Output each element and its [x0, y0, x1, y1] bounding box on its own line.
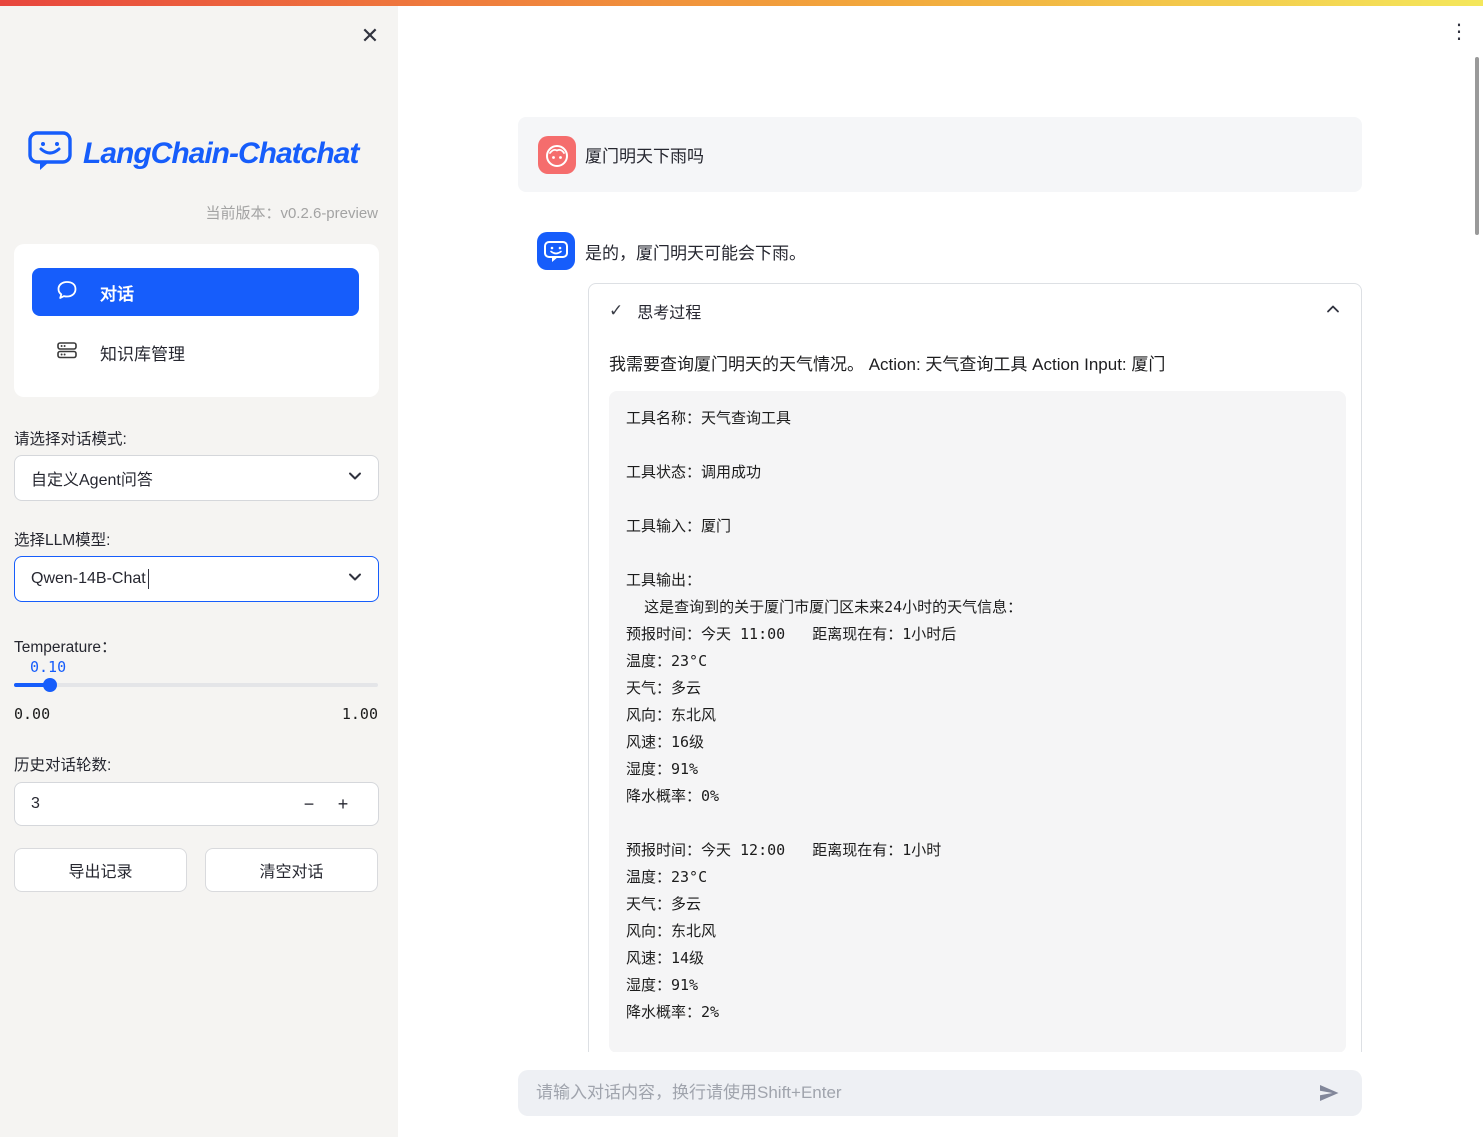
dialog-mode-select[interactable]: 自定义Agent问答 — [14, 455, 379, 501]
export-records-button[interactable]: 导出记录 — [14, 848, 187, 892]
send-button[interactable] — [1314, 1078, 1344, 1108]
history-rounds-value: 3 — [31, 795, 292, 813]
slider-min: 0.00 — [14, 705, 50, 723]
sidebar-item-label: 知识库管理 — [100, 340, 185, 365]
user-avatar — [538, 136, 576, 174]
clear-dialogue-button[interactable]: 清空对话 — [205, 848, 378, 892]
version-text: 当前版本：v0.2.6-preview — [0, 202, 378, 223]
logo-chat-bubble-icon — [27, 130, 73, 177]
expander-header[interactable]: ✓ 思考过程 — [589, 284, 1361, 338]
chat-input-footer — [398, 1052, 1483, 1137]
assistant-message-row: 是的，厦门明天可能会下雨。 — [518, 225, 1362, 277]
slider-range: 0.00 1.00 — [14, 705, 378, 723]
llm-model-value: Qwen-14B-Chat — [31, 569, 346, 589]
main-menu-kebab-icon[interactable]: ⋮ — [1446, 18, 1472, 46]
chat-input-bar — [518, 1070, 1362, 1116]
llm-model-label: 选择LLM模型: — [14, 528, 110, 550]
check-icon: ✓ — [609, 301, 623, 321]
sidebar-item-knowledge-base[interactable]: 知识库管理 — [32, 332, 359, 372]
scrollbar[interactable] — [1475, 57, 1479, 235]
chevron-down-icon — [346, 467, 364, 490]
tool-output-code-block: 工具名称：天气查询工具 工具状态：调用成功 工具输入：厦门 工具输出： 这是查询… — [609, 391, 1346, 1053]
assistant-avatar — [537, 232, 575, 270]
assistant-message-text: 是的，厦门明天可能会下雨。 — [585, 225, 806, 277]
user-message-text: 厦门明天下雨吗 — [585, 117, 704, 192]
temperature-value: 0.10 — [30, 658, 66, 676]
sidebar: ✕ LangChain-Chatchat 当前版本：v0.2.6-preview — [0, 6, 398, 1137]
sidebar-item-label: 对话 — [100, 280, 134, 305]
dialog-mode-label: 请选择对话模式: — [14, 427, 127, 449]
agent-thought-text: 我需要查询厦门明天的天气情况。 Action: 天气查询工具 Action In… — [609, 350, 1343, 375]
chat-bubble-icon — [56, 279, 78, 306]
decrement-button[interactable]: − — [292, 794, 326, 815]
llm-model-select[interactable]: Qwen-14B-Chat — [14, 556, 379, 602]
sidebar-item-dialogue[interactable]: 对话 — [32, 268, 359, 316]
temperature-slider[interactable] — [14, 683, 378, 687]
app-window: ✕ LangChain-Chatchat 当前版本：v0.2.6-preview — [0, 0, 1483, 1137]
chevron-up-icon[interactable] — [1323, 299, 1343, 324]
history-rounds-input[interactable]: 3 − + — [14, 782, 379, 826]
slider-handle[interactable] — [43, 678, 57, 692]
increment-button[interactable]: + — [326, 794, 360, 815]
nav-card — [14, 244, 379, 397]
app-logo: LangChain-Chatchat — [27, 130, 358, 177]
temperature-label: Temperature： — [14, 635, 117, 657]
chevron-down-icon — [346, 568, 364, 591]
expander-title: 思考过程 — [637, 299, 1323, 323]
slider-max: 1.00 — [342, 705, 378, 723]
thought-process-expander: ✓ 思考过程 我需要查询厦门明天的天气情况。 Action: 天气查询工具 Ac… — [588, 283, 1362, 1103]
user-message-row: 厦门明天下雨吗 — [518, 117, 1362, 192]
history-rounds-label: 历史对话轮数: — [14, 753, 111, 775]
sidebar-close-icon[interactable]: ✕ — [356, 22, 384, 50]
chat-input[interactable] — [536, 1083, 1314, 1103]
dialog-mode-value: 自定义Agent问答 — [31, 466, 346, 490]
database-stack-icon — [56, 339, 78, 366]
logo-text: LangChain-Chatchat — [83, 137, 358, 171]
text-caret — [148, 569, 150, 589]
